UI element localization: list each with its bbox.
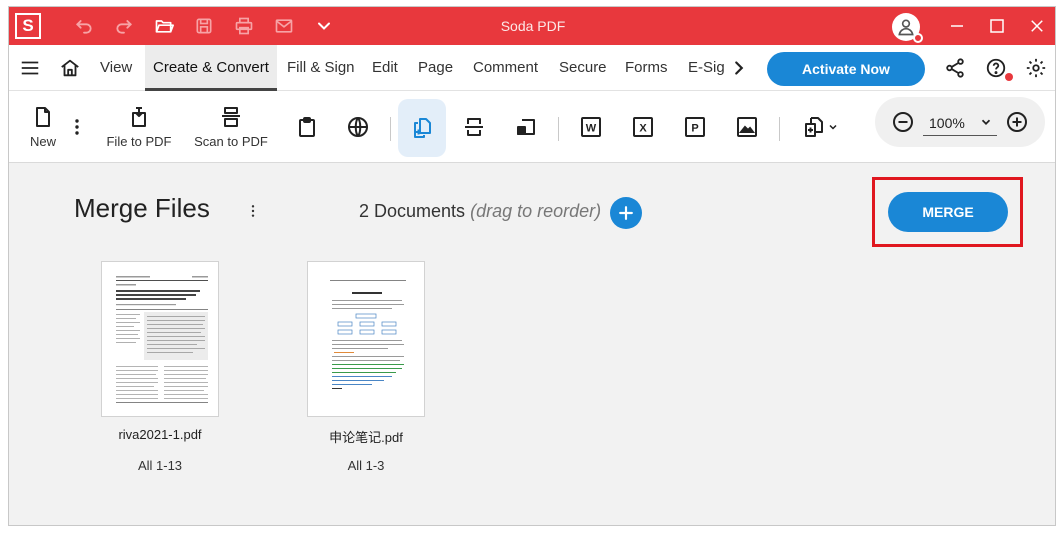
menu-edit[interactable]: Edit	[364, 45, 406, 91]
web-to-pdf-tool[interactable]	[344, 91, 372, 163]
merge-button[interactable]: MERGE	[888, 192, 1008, 232]
file-to-pdf-button[interactable]: File to PDF	[103, 91, 175, 163]
split-icon	[465, 118, 483, 136]
word-file-icon: W	[581, 117, 601, 137]
clipboard-tool[interactable]	[293, 91, 321, 163]
menu-secure[interactable]: Secure	[551, 45, 615, 91]
add-document-button[interactable]	[610, 197, 642, 229]
user-account-icon[interactable]	[892, 13, 923, 43]
title-bar: S Soda PDF	[9, 7, 1055, 45]
compress-icon	[517, 119, 535, 135]
plus-icon	[619, 206, 633, 220]
merge-files-panel: Merge Files 2 Documents (drag to reorder…	[9, 163, 1055, 525]
zoom-chevron-down-icon	[981, 119, 991, 125]
merge-options-kebab-icon[interactable]	[245, 199, 261, 223]
excel-file-icon: X	[633, 117, 653, 137]
zoom-out-icon[interactable]	[891, 110, 915, 134]
image-file-icon	[737, 117, 757, 137]
insert-pages-dropdown[interactable]	[799, 91, 841, 163]
menu-page[interactable]: Page	[410, 45, 461, 91]
insert-pages-icon	[804, 117, 823, 137]
split-tool[interactable]	[460, 91, 488, 163]
home-icon[interactable]	[58, 56, 82, 80]
notification-dot	[913, 33, 923, 43]
new-document-icon	[36, 107, 50, 127]
menu-view[interactable]: View	[92, 45, 140, 91]
scanner-icon	[222, 107, 240, 127]
zoom-control: 100%	[875, 97, 1045, 147]
hamburger-menu-icon[interactable]	[18, 56, 42, 80]
menu-fill-sign[interactable]: Fill & Sign	[279, 45, 363, 91]
convert-to-image-tool[interactable]	[733, 91, 761, 163]
menu-create-convert[interactable]: Create & Convert	[145, 45, 277, 91]
document-page-range[interactable]: All 1-3	[289, 458, 443, 473]
document-thumbnail	[307, 261, 425, 417]
merge-files-tool[interactable]	[398, 99, 446, 157]
clipboard-icon	[299, 117, 315, 137]
convert-to-powerpoint-tool[interactable]: P	[681, 91, 709, 163]
drag-hint: (drag to reorder)	[470, 201, 602, 221]
maximize-icon[interactable]	[985, 15, 1009, 37]
merge-files-icon	[414, 118, 431, 138]
close-icon[interactable]	[1025, 15, 1049, 37]
app-window: S Soda PDF View Create & Convert Fill & …	[8, 6, 1056, 526]
powerpoint-file-icon: P	[685, 117, 705, 137]
menu-comment[interactable]: Comment	[465, 45, 546, 91]
file-to-pdf-icon	[132, 107, 146, 127]
toolbar-separator	[390, 117, 391, 141]
document-name: riva2021-1.pdf	[118, 427, 202, 442]
minimize-icon[interactable]	[945, 15, 969, 37]
zoom-in-icon[interactable]	[1005, 110, 1029, 134]
new-label: New	[29, 134, 56, 149]
zoom-level-value: 100%	[929, 114, 965, 131]
new-options-kebab[interactable]	[69, 91, 85, 163]
document-name: 申论笔记.pdf	[329, 430, 403, 445]
documents-count: 2 Documents (drag to reorder)	[359, 201, 601, 222]
document-thumbnail	[101, 261, 219, 417]
scan-to-pdf-button[interactable]: Scan to PDF	[193, 91, 269, 163]
share-icon[interactable]	[943, 56, 967, 80]
help-notification-dot	[1005, 73, 1013, 81]
menu-forms[interactable]: Forms	[617, 45, 676, 91]
convert-to-excel-tool[interactable]: X	[629, 91, 657, 163]
zoom-level-select[interactable]: 100%	[923, 110, 997, 136]
document-page-range[interactable]: All 1-13	[83, 458, 237, 473]
svg-text:W: W	[586, 123, 597, 135]
scan-to-pdf-label: Scan to PDF	[194, 134, 268, 149]
convert-to-word-tool[interactable]: W	[577, 91, 605, 163]
chevron-right-icon[interactable]	[727, 56, 751, 80]
documents-count-text: 2 Documents	[359, 201, 466, 221]
file-to-pdf-label: File to PDF	[106, 134, 172, 149]
svg-text:X: X	[639, 123, 647, 135]
svg-text:P: P	[691, 123, 698, 135]
settings-gear-icon[interactable]	[1024, 56, 1048, 80]
toolbar-separator	[779, 117, 780, 141]
compress-tool[interactable]	[512, 91, 540, 163]
chevron-down-icon	[828, 124, 837, 130]
menu-bar: View Create & Convert Fill & Sign Edit P…	[9, 45, 1055, 91]
activate-now-button[interactable]: Activate Now	[767, 52, 925, 86]
toolbar-separator	[558, 117, 559, 141]
new-button[interactable]: New	[23, 91, 63, 163]
merge-files-title: Merge Files	[74, 193, 210, 223]
globe-icon	[348, 117, 368, 137]
menu-esign[interactable]: E-Sig	[680, 45, 724, 91]
ribbon-toolbar: New File to PDF Scan to PDF W X P 100%	[9, 91, 1055, 163]
